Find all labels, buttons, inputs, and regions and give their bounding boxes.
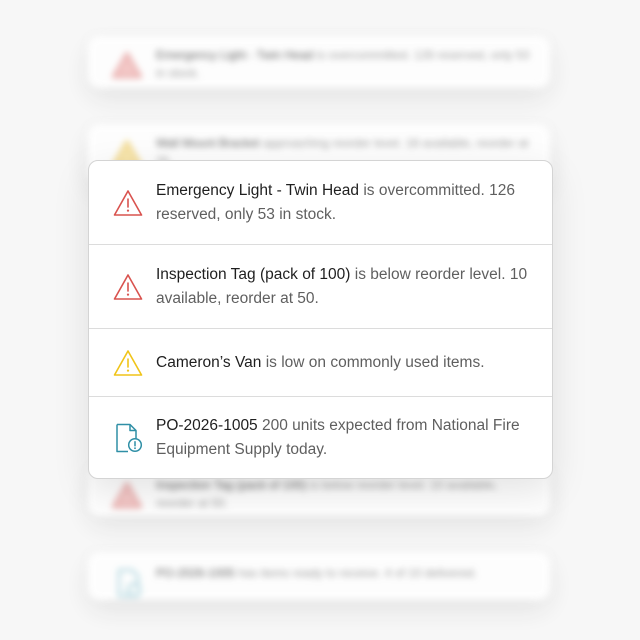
notification-item[interactable]: PO-2026-1005 200 units expected from Nat…: [89, 397, 552, 478]
notification-item[interactable]: Emergency Light - Twin Head is overcommi…: [89, 161, 552, 245]
document-info-icon: [113, 423, 143, 453]
warning-triangle-icon: [113, 188, 143, 218]
notification-text: Cameron’s Van is low on commonly used it…: [156, 351, 532, 375]
notification-text: Emergency Light - Twin Head is overcommi…: [156, 179, 532, 227]
warning-triangle-icon: [113, 272, 143, 302]
notification-subject: Emergency Light - Twin Head: [156, 181, 360, 199]
notification-subject: PO-2026-1005: [156, 417, 258, 434]
background-notification-message: has items ready to receive. 4 of 10 deli…: [238, 566, 477, 580]
notification-item[interactable]: Cameron’s Van is low on commonly used it…: [89, 329, 552, 397]
warning-triangle-icon: [110, 48, 144, 82]
background-notification-subject: Emergency Light - Twin Head: [156, 48, 314, 62]
notification-subject: Cameron’s Van: [156, 353, 262, 371]
notification-text: PO-2026-1005 200 units expected from Nat…: [156, 414, 532, 462]
document-info-icon: [110, 566, 144, 600]
notification-panel: Emergency Light - Twin Head is overcommi…: [88, 160, 553, 479]
notification-message: is low on commonly used items.: [265, 353, 485, 371]
background-notification-subject: Inspection Tag (pack of 100): [156, 478, 307, 492]
warning-triangle-icon: [110, 478, 144, 512]
background-notification-card: Emergency Light - Twin Head is overcommi…: [88, 36, 550, 88]
background-notification-subject: PO-2026-1005: [156, 566, 235, 580]
background-notification-card: PO-2026-1005 has items ready to receive.…: [88, 552, 550, 600]
warning-triangle-icon: [113, 348, 143, 378]
background-notification-subject: Wall Mount Bracket: [156, 136, 260, 150]
notification-text: Inspection Tag (pack of 100) is below re…: [156, 263, 532, 311]
notification-subject: Inspection Tag (pack of 100): [156, 265, 351, 283]
notification-item[interactable]: Inspection Tag (pack of 100) is below re…: [89, 245, 552, 329]
